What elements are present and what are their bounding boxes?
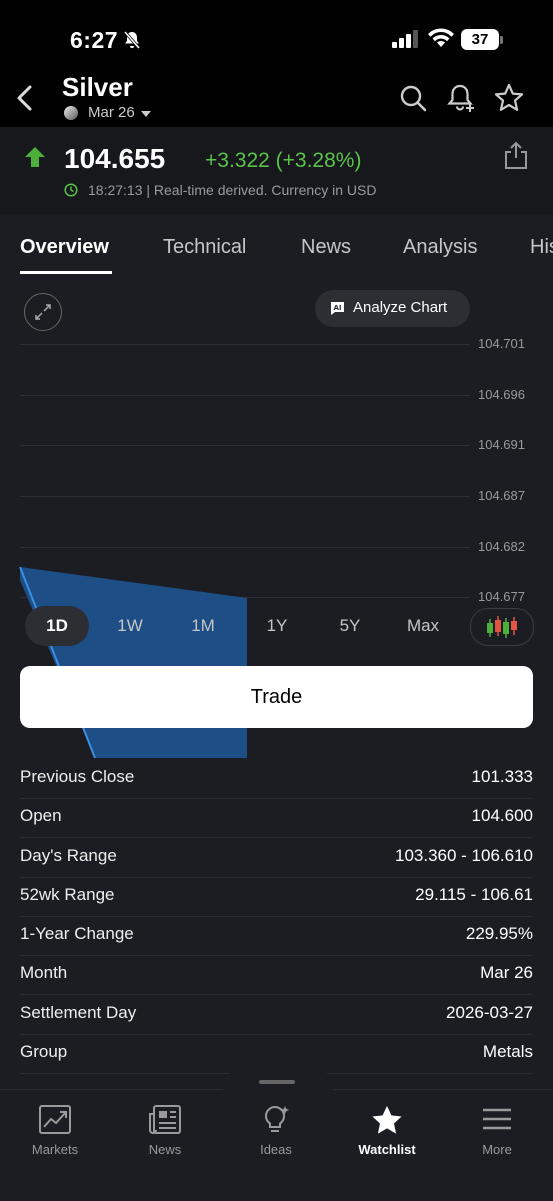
nav-label: Markets (31, 1142, 79, 1157)
y-axis-tick: 104.691 (478, 437, 525, 452)
candlestick-icon (487, 616, 517, 638)
stat-value: 29.115 - 106.61 (415, 885, 533, 904)
range-1y-button[interactable]: 1Y (245, 606, 309, 646)
drawer-handle[interactable] (259, 1080, 295, 1084)
trade-button[interactable]: Trade (20, 666, 533, 728)
ideas-icon (264, 1105, 289, 1132)
stat-row: 1-Year Change 229.95% (20, 916, 533, 956)
stat-label: 1-Year Change (20, 924, 134, 943)
stat-label: 52wk Range (20, 885, 115, 904)
stat-row: Month Mar 26 (20, 955, 533, 995)
stat-label: Group (20, 1042, 68, 1061)
svg-text:AI: AI (333, 304, 341, 312)
grid-line (20, 395, 470, 396)
stat-value: 104.600 (471, 806, 533, 825)
y-axis-tick: 104.682 (478, 539, 525, 554)
analyze-chart-label[interactable]: Analyze Chart (353, 299, 447, 316)
grid-line (20, 344, 470, 345)
markets-icon (39, 1105, 71, 1134)
nav-label: Watchlist (358, 1142, 416, 1157)
stat-label: Previous Close (20, 767, 135, 786)
stat-row: Open 104.600 (20, 798, 533, 838)
news-icon (149, 1105, 181, 1134)
range-5y-button[interactable]: 5Y (318, 606, 382, 646)
stat-value: 229.95% (465, 924, 533, 943)
nav-ideas[interactable]: Ideas (221, 1100, 331, 1170)
y-axis-tick: 104.701 (478, 336, 525, 351)
stat-label: Open (20, 806, 62, 825)
share-icon[interactable] (503, 140, 529, 170)
price-change: +3.322 (+3.28%) (205, 149, 362, 172)
range-1d-button[interactable]: 1D (25, 606, 89, 646)
stat-value: 2026-03-27 (446, 1003, 533, 1022)
arrow-up-icon (25, 147, 45, 167)
y-axis-tick: 104.677 (478, 589, 525, 604)
instrument-title: Silver (62, 72, 133, 102)
active-tab-indicator (20, 271, 112, 274)
stat-row: Day's Range 103.360 - 106.610 (20, 838, 533, 878)
contract-month-selector[interactable]: Mar 26 (88, 104, 135, 121)
range-1m-button[interactable]: 1M (171, 606, 235, 646)
stat-row: 52wk Range 29.115 - 106.61 (20, 877, 533, 917)
nav-markets[interactable]: Markets (0, 1100, 110, 1170)
status-time: 6:27 (70, 27, 119, 53)
bell-muted-icon (123, 31, 141, 49)
grid-line (20, 496, 470, 497)
last-price: 104.655 (64, 143, 166, 174)
star-icon (372, 1106, 402, 1134)
menu-icon (483, 1108, 511, 1130)
grid-line (20, 445, 470, 446)
stat-row: Group Metals (20, 1034, 533, 1074)
tab-overview[interactable]: Overview (20, 236, 109, 259)
y-axis-tick: 104.687 (478, 488, 525, 503)
price-area-chart (19, 566, 247, 759)
tab-history[interactable]: His (530, 236, 553, 259)
tab-news[interactable]: News (301, 236, 351, 259)
back-chevron-icon[interactable] (12, 82, 38, 114)
stat-label: Month (20, 963, 68, 982)
silver-coin-icon (64, 106, 78, 120)
wifi-icon (428, 28, 454, 47)
stat-label: Day's Range (20, 846, 117, 865)
stat-value: 103.360 - 106.610 (394, 846, 533, 865)
nav-news[interactable]: News (110, 1100, 220, 1170)
search-icon[interactable] (398, 83, 428, 113)
stat-row: Settlement Day 2026-03-27 (20, 995, 533, 1035)
caret-down-icon[interactable] (141, 111, 151, 117)
quote-timestamp-note: 18:27:13 | Real-time derived. Currency i… (88, 182, 377, 198)
battery-indicator: 37 (461, 29, 499, 50)
stat-value: Metals (482, 1042, 533, 1061)
range-max-button[interactable]: Max (391, 606, 455, 646)
clock-icon (64, 183, 78, 197)
stat-value: 101.333 (471, 767, 533, 786)
stat-row: Previous Close 101.333 (20, 759, 533, 799)
expand-chart-icon[interactable] (24, 293, 62, 331)
chart-type-button[interactable] (470, 608, 534, 646)
nav-watchlist[interactable]: Watchlist (332, 1100, 442, 1170)
add-alert-bell-icon[interactable] (446, 83, 476, 113)
tab-analysis[interactable]: Analysis (403, 236, 477, 259)
range-1w-button[interactable]: 1W (98, 606, 162, 646)
cellular-signal-icon (392, 30, 418, 48)
price-area-fill (20, 567, 247, 758)
nav-label: Ideas (260, 1142, 292, 1157)
ai-chat-icon: AI (331, 302, 344, 315)
star-outline-icon[interactable] (494, 83, 524, 113)
battery-tip (500, 36, 503, 44)
stat-label: Settlement Day (20, 1003, 137, 1022)
nav-label: News (148, 1142, 182, 1157)
tab-technical[interactable]: Technical (163, 236, 246, 259)
stat-value: Mar 26 (480, 963, 533, 982)
nav-label: More (482, 1142, 512, 1157)
y-axis-tick: 104.696 (478, 387, 525, 402)
nav-more[interactable]: More (442, 1100, 552, 1170)
